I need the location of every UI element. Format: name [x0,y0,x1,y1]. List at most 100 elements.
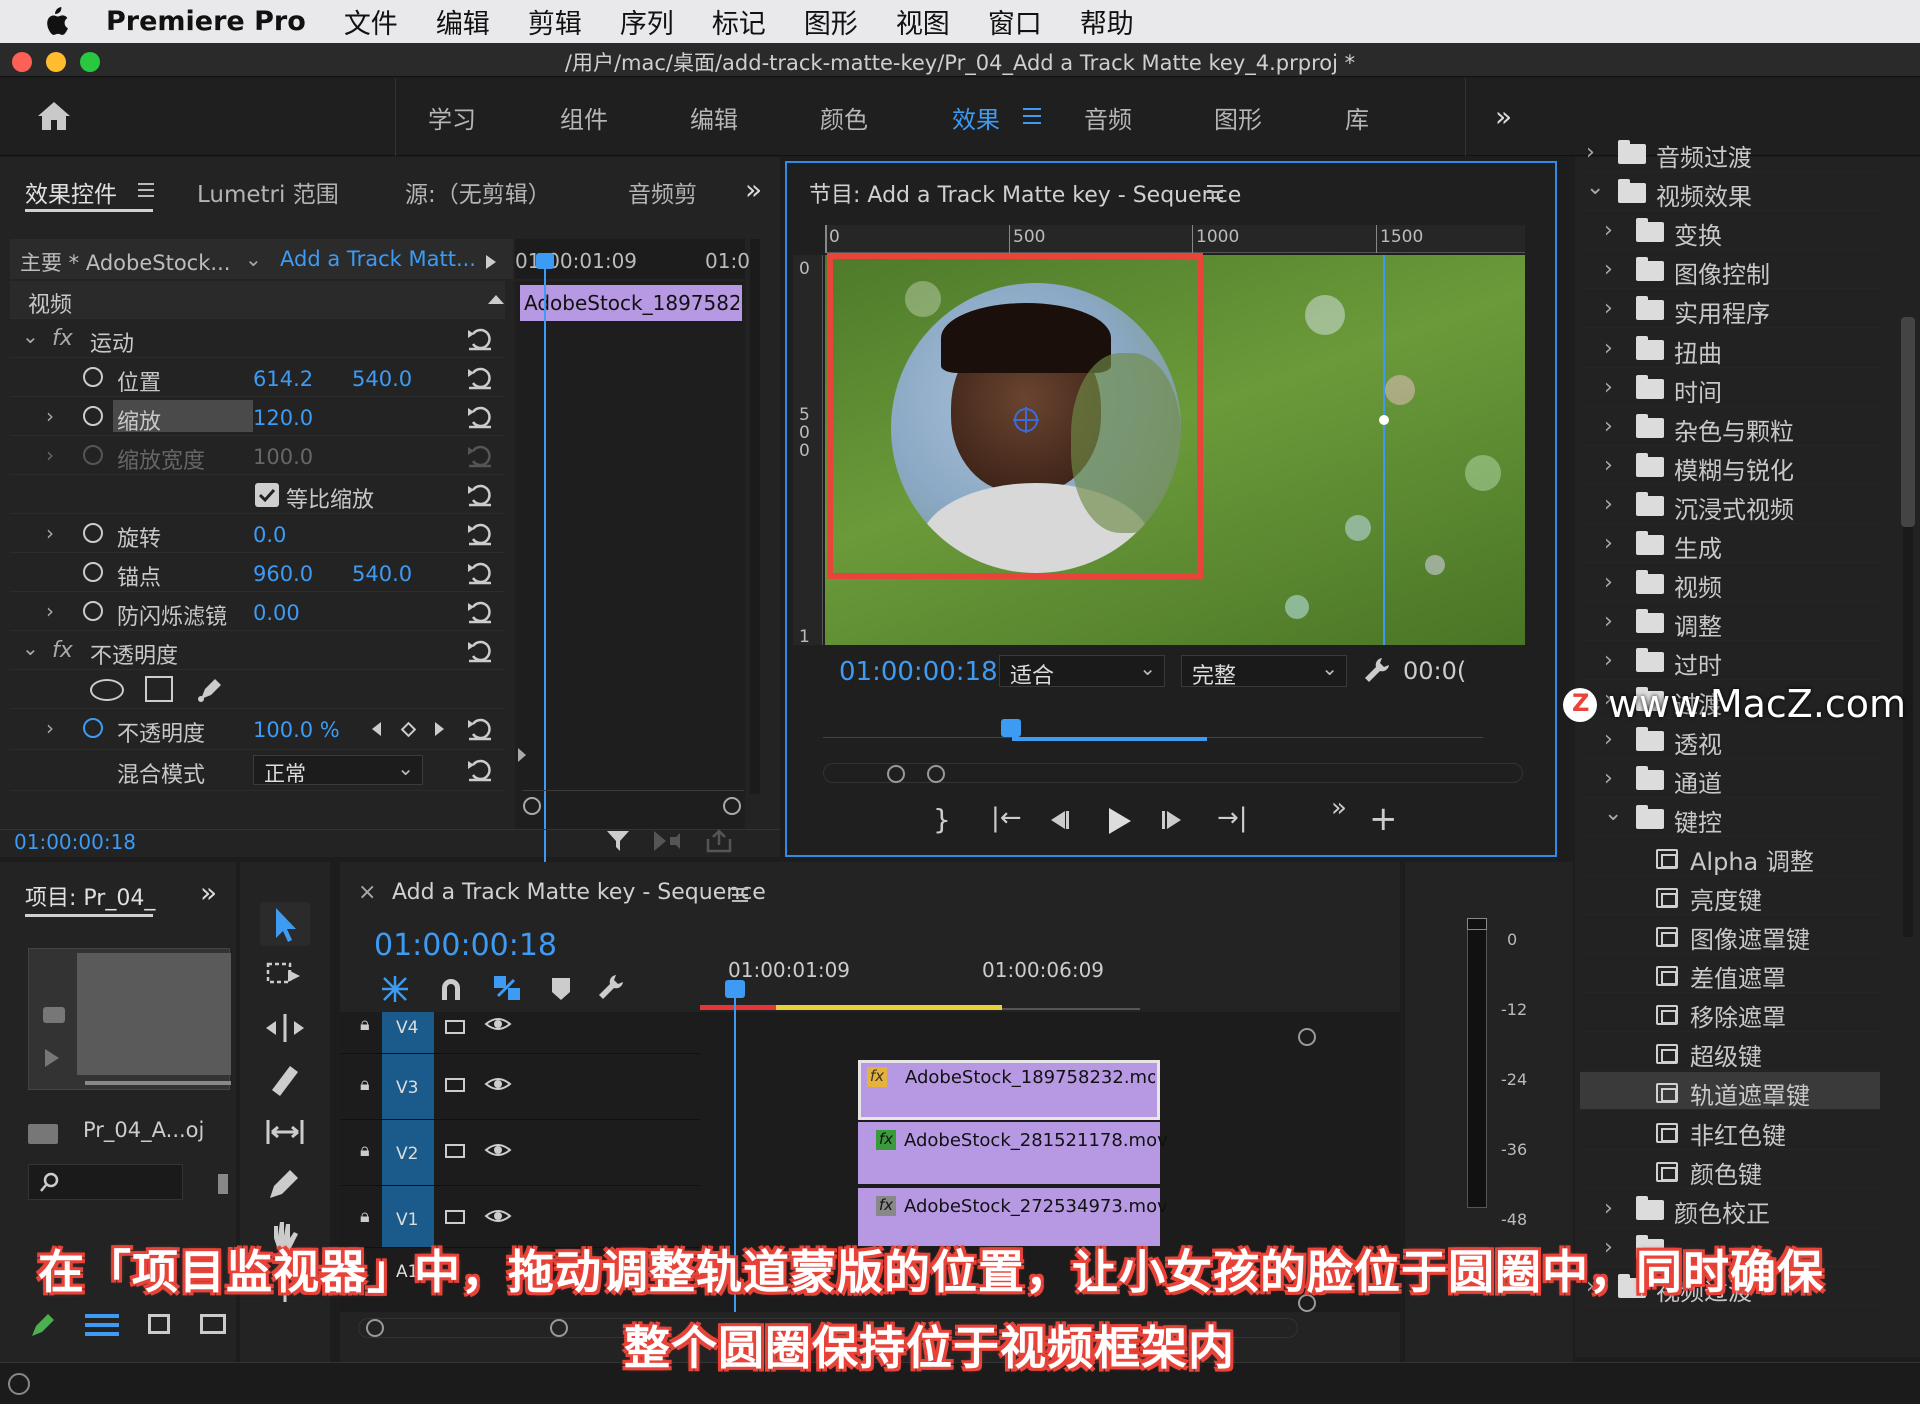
chevron-right-icon[interactable]: › [1604,375,1613,400]
chevron-right-icon[interactable]: › [1604,1196,1613,1221]
blend-mode-dropdown[interactable]: 正常 ⌄ [253,755,423,786]
stopwatch-icon[interactable] [83,523,103,543]
rotation-value[interactable]: 0.0 [253,523,286,547]
play-triangle-icon[interactable] [486,255,496,269]
creative-cloud-icon[interactable] [8,1373,30,1395]
chevron-right-icon[interactable]: › [1604,492,1613,517]
reset-icon[interactable] [465,636,495,664]
effects-tree-item[interactable]: › 生成 [1580,525,1880,563]
menu-window[interactable]: 窗口 [988,2,1042,41]
ellipse-mask-icon[interactable] [90,679,124,701]
project-item-name[interactable]: Pr_04_A...oj [83,1118,204,1142]
chevron-down-icon[interactable]: ⌄ [245,247,262,271]
mini-timeline-clip[interactable]: AdobeStock_1897582: [520,285,742,321]
go-to-out-icon[interactable]: →| [1217,803,1248,833]
position-x-value[interactable]: 614.2 [253,367,313,391]
effects-tree-item[interactable]: › 时间 [1580,369,1880,407]
menu-file[interactable]: 文件 [344,2,398,41]
workspaces-overflow-icon[interactable]: » [1495,100,1512,133]
tab-effect-controls[interactable]: 效果控件 [25,175,117,209]
chevron-right-icon[interactable]: › [1604,727,1613,752]
chevron-right-icon[interactable]: › [46,521,54,545]
reset-icon[interactable] [465,597,495,625]
project-search-input[interactable] [28,1164,183,1200]
project-thumbnail[interactable] [28,948,231,1090]
pencil-icon[interactable] [28,1310,58,1340]
stopwatch-icon[interactable] [83,406,103,426]
opacity-row[interactable]: › 不透明度 100.0 % [10,710,505,750]
master-clip-label[interactable]: 主要 * AdobeStock... [20,247,230,277]
razor-tool[interactable] [260,1058,310,1102]
eye-icon[interactable] [484,1014,512,1034]
program-monitor-title[interactable]: 节目: Add a Track Matte key - Sequence [809,177,1241,209]
workspace-assembly[interactable]: 组件 [560,100,608,135]
effects-tree-item[interactable]: Alpha 调整 [1580,838,1880,876]
snap-icon[interactable] [436,974,466,1004]
effects-tree-item[interactable]: ⌄ 键控 [1580,799,1880,837]
effects-tree-item[interactable]: › 杂色与颗粒 [1580,408,1880,446]
sync-lock-icon[interactable] [445,1210,465,1224]
chevron-right-icon[interactable]: › [46,599,54,623]
effects-tree-item[interactable]: 图像遮罩键 [1580,916,1880,954]
panel-scrollbar[interactable] [750,239,760,794]
blend-mode-row[interactable]: 混合模式 正常 ⌄ [10,751,505,791]
sync-lock-icon[interactable] [445,1144,465,1158]
sync-lock-icon[interactable] [445,1078,465,1092]
menu-sequence[interactable]: 序列 [620,2,674,41]
eye-icon[interactable] [484,1206,512,1226]
chevron-down-icon[interactable]: ⌄ [22,324,39,348]
menu-app-name[interactable]: Premiere Pro [106,6,306,37]
tab-source[interactable]: 源:（无剪辑） [405,175,551,209]
workspace-color[interactable]: 颜色 [820,100,868,135]
reset-icon[interactable] [465,324,495,352]
workspace-learn[interactable]: 学习 [428,100,476,135]
tabs-overflow-icon[interactable]: » [745,173,762,206]
lock-icon[interactable]: 🔒︎ [360,1014,370,1035]
flicker-row[interactable]: › 防闪烁滤镜 0.00 [10,593,505,631]
flicker-value[interactable]: 0.00 [253,601,300,625]
workspace-libraries[interactable]: 库 [1345,100,1369,135]
mini-zoom-handle-left[interactable] [523,797,541,815]
chevron-right-icon[interactable]: › [46,716,54,740]
reset-icon[interactable] [465,402,495,430]
project-overflow-icon[interactable]: » [200,876,217,909]
effects-tree-item[interactable]: › 调整 [1580,603,1880,642]
effects-tree-item[interactable]: › 图像控制 [1580,251,1880,290]
uniform-scale-row[interactable]: 等比缩放 [10,476,505,514]
effects-tree-item[interactable]: 颜色键 [1580,1151,1880,1189]
position-row[interactable]: 位置 614.2 540.0 [10,359,505,397]
opacity-effect-row[interactable]: ⌄ fx 不透明度 [10,632,505,670]
pen-tool[interactable] [260,1162,310,1206]
anchor-y-value[interactable]: 540.0 [352,562,412,586]
track-v3-header[interactable]: 🔒︎ V3 [340,1054,700,1120]
clip-v3[interactable]: fx AdobeStock_189758232.mov [200% [858,1060,1160,1120]
selection-tool[interactable] [260,902,310,946]
workspace-menu-icon[interactable] [1023,108,1041,124]
linked-selection-icon[interactable] [490,972,524,1004]
anchor-x-value[interactable]: 960.0 [253,562,313,586]
effects-tree-item[interactable]: › 实用程序 [1580,290,1880,329]
effects-tree-item[interactable]: › 沉浸式视频 [1580,486,1880,524]
track-v4-header[interactable]: 🔒︎ V4 [340,1012,700,1054]
chevron-right-icon[interactable]: › [1604,218,1613,243]
chevron-right-icon[interactable]: › [1604,257,1613,282]
mini-playhead[interactable] [544,257,546,947]
effects-tree-item[interactable]: › 视频 [1580,564,1880,603]
workspace-editing[interactable]: 编辑 [690,100,738,135]
lock-icon[interactable]: 🔒︎ [360,1140,370,1161]
menu-markers[interactable]: 标记 [712,2,766,41]
reset-icon[interactable] [465,519,495,547]
clip-v2[interactable]: fx AdobeStock_281521178.mov [858,1122,1168,1184]
freeform-view-icon[interactable] [200,1314,226,1334]
workspace-graphics[interactable]: 图形 [1214,100,1262,135]
effects-tree-item[interactable]: › 透视 [1580,721,1880,759]
effects-tree-item[interactable]: › 颜色校正 [1580,1190,1880,1228]
effects-tree-item[interactable]: 亮度键 [1580,877,1880,915]
scale-row[interactable]: › 缩放 120.0 [10,398,505,436]
chevron-right-icon[interactable]: › [1604,296,1613,321]
eye-icon[interactable] [484,1074,512,1094]
effects-tree-item[interactable]: › 通道 [1580,760,1880,798]
timeline-timecode[interactable]: 01:00:00:18 [374,928,557,963]
anchor-row[interactable]: 锚点 960.0 540.0 [10,554,505,592]
chevron-right-icon[interactable]: › [1604,648,1613,673]
